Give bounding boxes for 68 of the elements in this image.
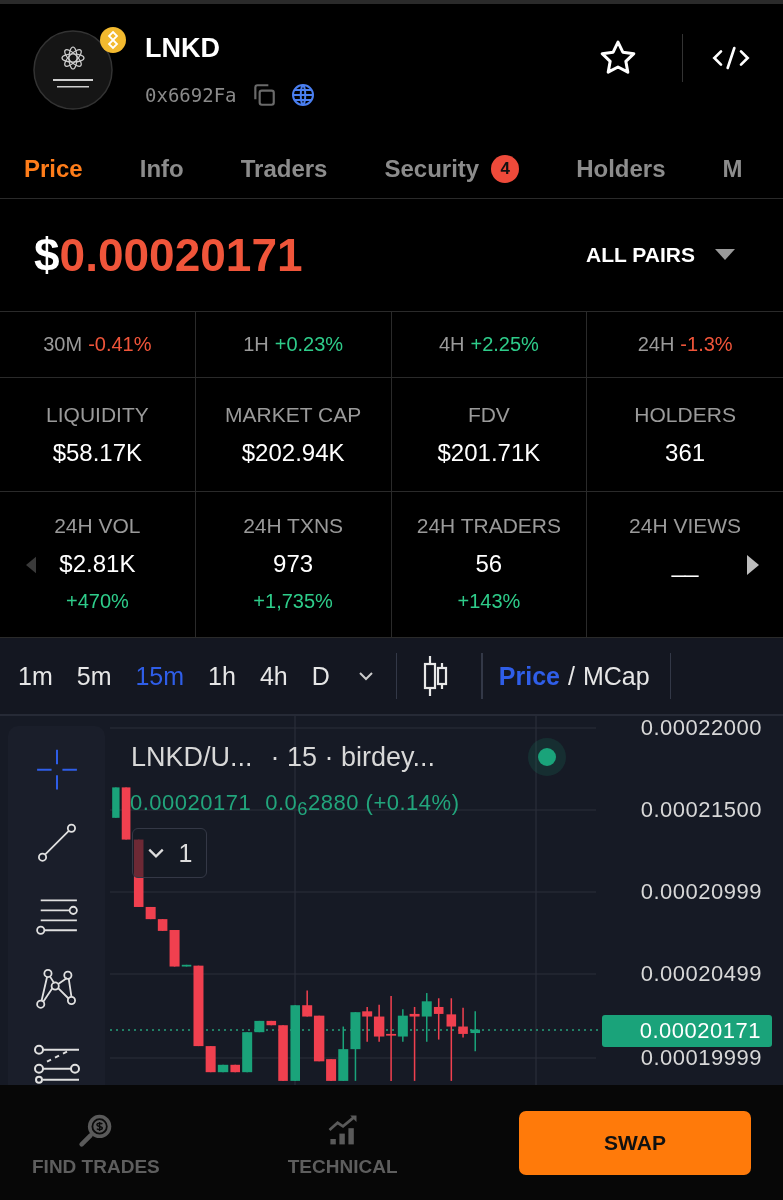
stat-value: $2.81K <box>59 550 136 578</box>
stat-change: +1,735% <box>253 590 333 613</box>
stat-label: 24H VOL <box>54 514 141 538</box>
y-axis-label: 0.00020499 <box>640 961 762 987</box>
y-axis-label: 0.00022000 <box>640 716 762 741</box>
separator-slash: / <box>567 661 575 691</box>
swap-button[interactable]: SWAP <box>519 1110 751 1175</box>
interval-button[interactable]: 1m <box>18 661 53 691</box>
chevron-down-icon[interactable] <box>357 671 374 681</box>
scroll-right-icon[interactable] <box>747 555 759 575</box>
tab[interactable]: Info <box>139 155 184 183</box>
stat-label: 24H TRADERS <box>416 514 562 538</box>
stat-value: 361 <box>665 438 706 467</box>
price-change: -0.41% <box>88 333 152 356</box>
token-price: 0.00020171 <box>59 229 303 281</box>
stat-label: MARKET CAP <box>225 402 362 427</box>
currency-symbol: $ <box>34 229 60 281</box>
interval-button[interactable]: 5m <box>76 661 112 691</box>
period-label: 30M <box>43 333 83 356</box>
last-price-label: 0.00020171 <box>602 1015 772 1047</box>
stat-value: $201.71K <box>437 438 541 467</box>
price-change: -1.3% <box>680 333 733 356</box>
period-label: 1H <box>243 333 269 356</box>
chart-symbol: LNKD/U... <box>131 742 253 773</box>
price-change: +0.23% <box>274 333 344 356</box>
stat-change: +143% <box>457 590 521 613</box>
period-label: 24H <box>637 333 675 356</box>
interval-button[interactable]: D <box>311 661 330 691</box>
legend-price: 0.00020171 <box>130 790 252 817</box>
period-label: 4H <box>438 333 465 356</box>
tab[interactable]: Security 4 <box>384 155 520 183</box>
chevron-down-icon <box>146 847 165 859</box>
interval-button[interactable]: 1h <box>208 661 236 691</box>
chart-mode-toggle[interactable]: MCap <box>582 661 650 691</box>
chart-details: · 15 · birdey... <box>270 742 436 773</box>
y-axis-label: 0.00020999 <box>640 879 762 905</box>
candle <box>470 1010 480 1053</box>
interval-button[interactable]: 4h <box>259 661 288 691</box>
token-name: LNKD <box>145 32 221 64</box>
tab[interactable]: Price <box>24 155 83 183</box>
chain-badge-icon <box>99 26 127 54</box>
stat-value: $58.17K <box>52 438 143 467</box>
stat-value: $202.94K <box>241 438 345 467</box>
tab[interactable]: Traders <box>240 155 328 183</box>
legend-change: 0.0$_{6}$2880 (+0.14%) <box>265 790 460 821</box>
all-pairs-dropdown[interactable]: ALL PAIRS <box>586 243 735 267</box>
stat-label: LIQUIDITY <box>46 402 149 427</box>
indicator-collapse-button[interactable]: 1 <box>132 828 207 878</box>
count-badge: 4 <box>491 155 520 183</box>
globe-icon[interactable] <box>290 82 315 107</box>
stat-label: 24H TXNS <box>243 514 344 538</box>
stat-label: 24H VIEWS <box>629 514 742 538</box>
y-axis-label: 0.00021500 <box>640 797 762 823</box>
candle <box>230 1064 240 1073</box>
y-axis-label: 0.00019999 <box>640 1045 762 1071</box>
stat-change: +470% <box>65 590 129 613</box>
stat-label: HOLDERS <box>634 402 736 427</box>
caret-down-icon <box>715 249 735 261</box>
token-address: 0x6692Fa <box>145 83 237 106</box>
embed-code-icon[interactable] <box>711 44 751 72</box>
stat-value: 56 <box>475 550 503 578</box>
tab[interactable]: M <box>722 155 743 183</box>
stat-value: 973 <box>273 550 314 578</box>
tab[interactable]: Holders <box>576 155 666 183</box>
stat-label: FDV <box>467 402 510 427</box>
price-change: +2.25% <box>470 333 539 356</box>
stat-value: __ <box>671 550 699 578</box>
candle <box>433 997 444 1041</box>
